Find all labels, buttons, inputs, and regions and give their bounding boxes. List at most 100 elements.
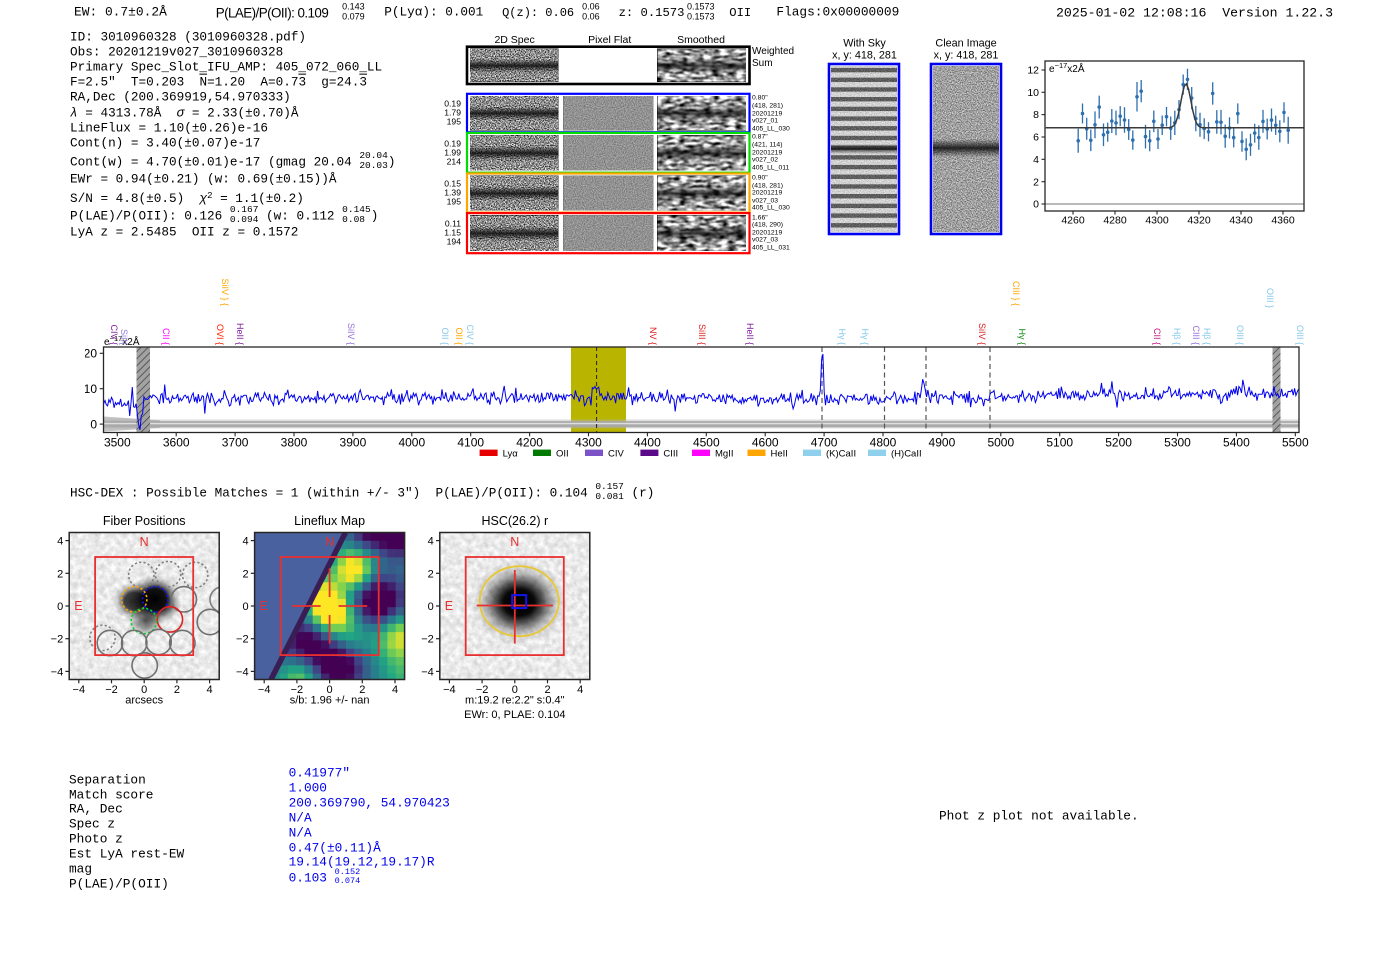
svg-text:−2: −2 bbox=[105, 684, 118, 696]
svg-text:4000: 4000 bbox=[398, 436, 425, 450]
svg-text:3700: 3700 bbox=[222, 436, 249, 450]
svg-text:(K)CaII: (K)CaII bbox=[826, 448, 856, 459]
svg-text:4320: 4320 bbox=[1187, 215, 1211, 227]
svg-text:CIII } {: CIII } { bbox=[1011, 281, 1021, 306]
svg-text:3500: 3500 bbox=[104, 436, 131, 450]
svg-text:4: 4 bbox=[1033, 154, 1039, 166]
svg-text:Hγ {: Hγ { bbox=[860, 328, 870, 345]
svg-text:SiIII {: SiIII { bbox=[697, 324, 707, 345]
svg-text:10: 10 bbox=[85, 382, 97, 396]
svg-text:4: 4 bbox=[242, 536, 248, 548]
svg-text:−4: −4 bbox=[421, 666, 434, 678]
svg-text:m:19.2 re:2.2" s:0.4": m:19.2 re:2.2" s:0.4" bbox=[465, 695, 565, 707]
svg-text:OIII {: OIII { bbox=[1295, 325, 1305, 345]
svg-text:Lyα: Lyα bbox=[503, 448, 519, 459]
svg-text:N: N bbox=[140, 535, 149, 549]
svg-text:CIV {: CIV { bbox=[465, 324, 475, 345]
svg-text:OII {: OII { bbox=[454, 327, 464, 345]
svg-text:2: 2 bbox=[428, 568, 434, 580]
svg-text:SiIV {: SiIV { bbox=[346, 323, 356, 345]
svg-text:4: 4 bbox=[392, 684, 398, 696]
svg-text:4300: 4300 bbox=[1145, 215, 1169, 227]
svg-text:5000: 5000 bbox=[987, 436, 1014, 450]
svg-text:4200: 4200 bbox=[516, 436, 543, 450]
svg-text:HeII {: HeII { bbox=[235, 323, 245, 345]
svg-text:arcsecs: arcsecs bbox=[125, 695, 163, 707]
svg-text:4900: 4900 bbox=[929, 436, 956, 450]
svg-text:CIV: CIV bbox=[608, 448, 625, 459]
svg-text:2: 2 bbox=[174, 684, 180, 696]
svg-text:N: N bbox=[325, 535, 334, 549]
svg-text:5500: 5500 bbox=[1282, 436, 1309, 450]
svg-text:4100: 4100 bbox=[457, 436, 484, 450]
svg-text:OVI {: OVI { bbox=[215, 324, 225, 345]
svg-text:Hβ {: Hβ { bbox=[1172, 328, 1182, 345]
svg-text:Hγ {: Hγ { bbox=[1017, 328, 1027, 345]
svg-text:−4: −4 bbox=[258, 684, 271, 696]
svg-text:CIII: CIII bbox=[663, 448, 678, 459]
svg-text:10: 10 bbox=[1027, 87, 1039, 99]
svg-text:EWr: 0, PLAE: 0.104: EWr: 0, PLAE: 0.104 bbox=[464, 709, 565, 721]
svg-text:HeII: HeII bbox=[771, 448, 788, 459]
svg-text:−2: −2 bbox=[236, 634, 249, 646]
svg-text:4280: 4280 bbox=[1103, 215, 1127, 227]
svg-text:CII {: CII { bbox=[161, 328, 171, 345]
svg-text:OII {: OII { bbox=[440, 327, 450, 345]
svg-text:SiII{: SiII{ bbox=[119, 329, 129, 345]
svg-text:CIV {: CIV { bbox=[109, 324, 119, 345]
svg-text:HeII {: HeII { bbox=[745, 323, 755, 345]
svg-text:E: E bbox=[260, 599, 268, 613]
svg-text:12: 12 bbox=[1027, 65, 1039, 77]
svg-text:3600: 3600 bbox=[163, 436, 190, 450]
svg-text:5400: 5400 bbox=[1223, 436, 1250, 450]
svg-text:2: 2 bbox=[57, 568, 63, 580]
svg-text:20: 20 bbox=[85, 347, 97, 361]
svg-text:(H)CaII: (H)CaII bbox=[891, 448, 922, 459]
svg-text:0: 0 bbox=[57, 601, 63, 613]
svg-text:5200: 5200 bbox=[1105, 436, 1132, 450]
svg-text:0: 0 bbox=[1033, 199, 1039, 211]
svg-text:e−17x2Å: e−17x2Å bbox=[1049, 61, 1085, 76]
svg-text:6: 6 bbox=[1033, 132, 1039, 144]
svg-text:0: 0 bbox=[242, 601, 248, 613]
svg-text:3800: 3800 bbox=[281, 436, 308, 450]
svg-text:2: 2 bbox=[242, 568, 248, 580]
svg-text:OIII {: OIII { bbox=[1235, 325, 1245, 345]
svg-text:4400: 4400 bbox=[634, 436, 661, 450]
svg-text:MgII: MgII bbox=[715, 448, 733, 459]
svg-text:4: 4 bbox=[428, 536, 434, 548]
svg-text:N: N bbox=[510, 535, 519, 549]
svg-text:4360: 4360 bbox=[1271, 215, 1295, 227]
svg-text:−4: −4 bbox=[236, 666, 249, 678]
svg-text:5300: 5300 bbox=[1164, 436, 1191, 450]
svg-text:0: 0 bbox=[90, 417, 97, 431]
svg-text:4: 4 bbox=[577, 684, 583, 696]
svg-text:−4: −4 bbox=[443, 684, 456, 696]
svg-text:CIII {: CIII { bbox=[1191, 325, 1201, 345]
svg-text:0: 0 bbox=[428, 601, 434, 613]
svg-text:OIII }: OIII } bbox=[1265, 288, 1275, 308]
svg-text:8: 8 bbox=[1033, 109, 1039, 121]
svg-text:4300: 4300 bbox=[575, 436, 602, 450]
svg-text:Hγ {: Hγ { bbox=[837, 328, 847, 345]
svg-text:E: E bbox=[74, 599, 82, 613]
svg-text:4340: 4340 bbox=[1229, 215, 1253, 227]
svg-text:s/b: 1.96 +/- nan: s/b: 1.96 +/- nan bbox=[290, 695, 370, 707]
svg-text:4260: 4260 bbox=[1061, 215, 1085, 227]
svg-text:SiIV {: SiIV { bbox=[977, 323, 987, 345]
svg-text:CII {: CII { bbox=[1152, 328, 1162, 345]
svg-text:OII: OII bbox=[556, 448, 569, 459]
svg-text:−2: −2 bbox=[51, 634, 64, 646]
svg-text:4: 4 bbox=[207, 684, 213, 696]
svg-text:4: 4 bbox=[57, 536, 63, 548]
svg-text:E: E bbox=[445, 599, 453, 613]
svg-text:−4: −4 bbox=[73, 684, 86, 696]
svg-text:SiIV } {: SiIV } { bbox=[220, 278, 230, 306]
svg-text:5100: 5100 bbox=[1046, 436, 1073, 450]
svg-text:−2: −2 bbox=[421, 634, 434, 646]
svg-text:2: 2 bbox=[1033, 176, 1039, 188]
svg-text:−4: −4 bbox=[51, 666, 64, 678]
svg-text:NV {: NV { bbox=[648, 327, 658, 345]
svg-text:Hβ {: Hβ { bbox=[1202, 328, 1212, 345]
svg-text:3900: 3900 bbox=[340, 436, 367, 450]
